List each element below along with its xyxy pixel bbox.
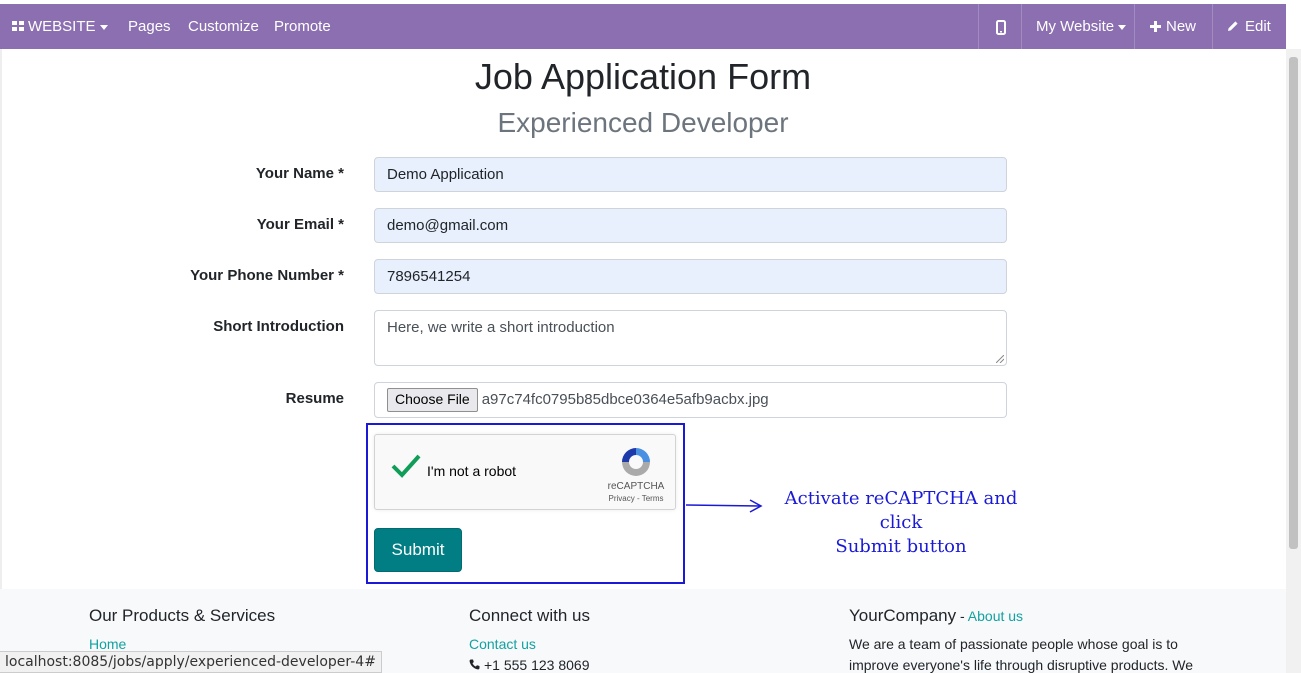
checkmark-icon[interactable] (391, 453, 421, 479)
name-input[interactable]: Demo Application (374, 157, 1007, 192)
recaptcha-label: I'm not a robot (427, 463, 517, 479)
choose-file-button[interactable]: Choose File (387, 388, 478, 413)
email-label: Your Email * (256, 216, 344, 233)
recaptcha-logo-icon (622, 448, 650, 476)
job-title: Experienced Developer (497, 107, 789, 138)
intro-label: Short Introduction (213, 318, 344, 335)
arrow-icon (686, 499, 763, 513)
chevron-down-icon (99, 24, 108, 30)
page-title: Job Application Form (474, 56, 812, 97)
footer-phone: +1 555 123 8069 (469, 657, 590, 673)
scrollbar-thumb[interactable] (1289, 57, 1298, 549)
email-input[interactable]: demo@gmail.com (374, 208, 1007, 243)
recaptcha-brand: reCAPTCHA (607, 481, 665, 492)
phone-label: Your Phone Number * (190, 267, 344, 284)
divider (1212, 4, 1213, 49)
apps-grid-icon (12, 21, 24, 32)
about-text-line-1: We are a team of passionate people whose… (849, 636, 1178, 652)
divider (1134, 4, 1135, 49)
website-editor-bar: WEBSITE Pages Customize Promote My Websi… (0, 4, 1286, 49)
phone-number: +1 555 123 8069 (484, 657, 590, 673)
divider (1021, 4, 1022, 49)
contact-link[interactable]: Contact us (469, 636, 536, 652)
chevron-down-icon (1118, 24, 1127, 30)
status-bar-url: localhost:8085/jobs/apply/experienced-de… (0, 651, 382, 673)
resize-handle-icon[interactable] (996, 355, 1004, 363)
intro-text: Here, we write a short introduction (387, 319, 615, 336)
customize-menu[interactable]: Customize (188, 4, 259, 49)
edit-button[interactable]: Edit (1227, 4, 1271, 49)
recaptcha-widget: I'm not a robot reCAPTCHA Privacy - Term… (374, 434, 676, 510)
file-name: a97c74fc0795b85dbce0364e5afb9acbx.jpg (481, 391, 769, 408)
phone-icon (469, 659, 480, 670)
products-heading: Our Products & Services (89, 606, 276, 625)
mobile-preview-button[interactable] (996, 4, 1006, 49)
company-heading: YourCompany - About us (849, 606, 1023, 626)
annotation-line-2: Submit button (835, 536, 967, 557)
home-link[interactable]: Home (89, 636, 126, 652)
edit-label: Edit (1245, 18, 1271, 35)
my-website-menu[interactable]: My Website (1036, 4, 1127, 49)
intro-textarea[interactable]: Here, we write a short introduction (374, 310, 1007, 366)
pages-menu[interactable]: Pages (128, 4, 171, 49)
new-label: New (1166, 18, 1197, 35)
about-link[interactable]: About us (968, 608, 1023, 624)
promote-menu[interactable]: Promote (274, 4, 331, 49)
submit-button[interactable]: Submit (374, 528, 462, 572)
annotation-text: Activate reCAPTCHA and click Submit butt… (766, 487, 1036, 559)
recaptcha-terms-link[interactable]: Privacy - Terms (601, 494, 671, 503)
resume-label: Resume (285, 390, 344, 407)
resume-file-input[interactable]: Choose File a97c74fc0795b85dbce0364e5afb9… (374, 382, 1007, 418)
pencil-icon (1228, 21, 1238, 32)
annotation-line-1: Activate reCAPTCHA and click (784, 488, 1018, 533)
connect-heading: Connect with us (469, 606, 590, 625)
plus-icon (1150, 20, 1161, 32)
scrollbar[interactable] (1286, 49, 1301, 673)
new-button[interactable]: New (1150, 4, 1196, 49)
mobile-icon (996, 19, 1006, 35)
divider (978, 4, 979, 49)
phone-input[interactable]: 7896541254 (374, 259, 1007, 294)
website-menu-label: WEBSITE (28, 18, 96, 35)
about-text-line-2: improve everyone's life through disrupti… (849, 657, 1194, 673)
website-menu[interactable]: WEBSITE (12, 4, 108, 49)
company-name: YourCompany (849, 606, 957, 625)
name-label: Your Name * (255, 165, 344, 182)
my-website-label: My Website (1036, 18, 1115, 35)
company-sep: - (956, 608, 968, 624)
